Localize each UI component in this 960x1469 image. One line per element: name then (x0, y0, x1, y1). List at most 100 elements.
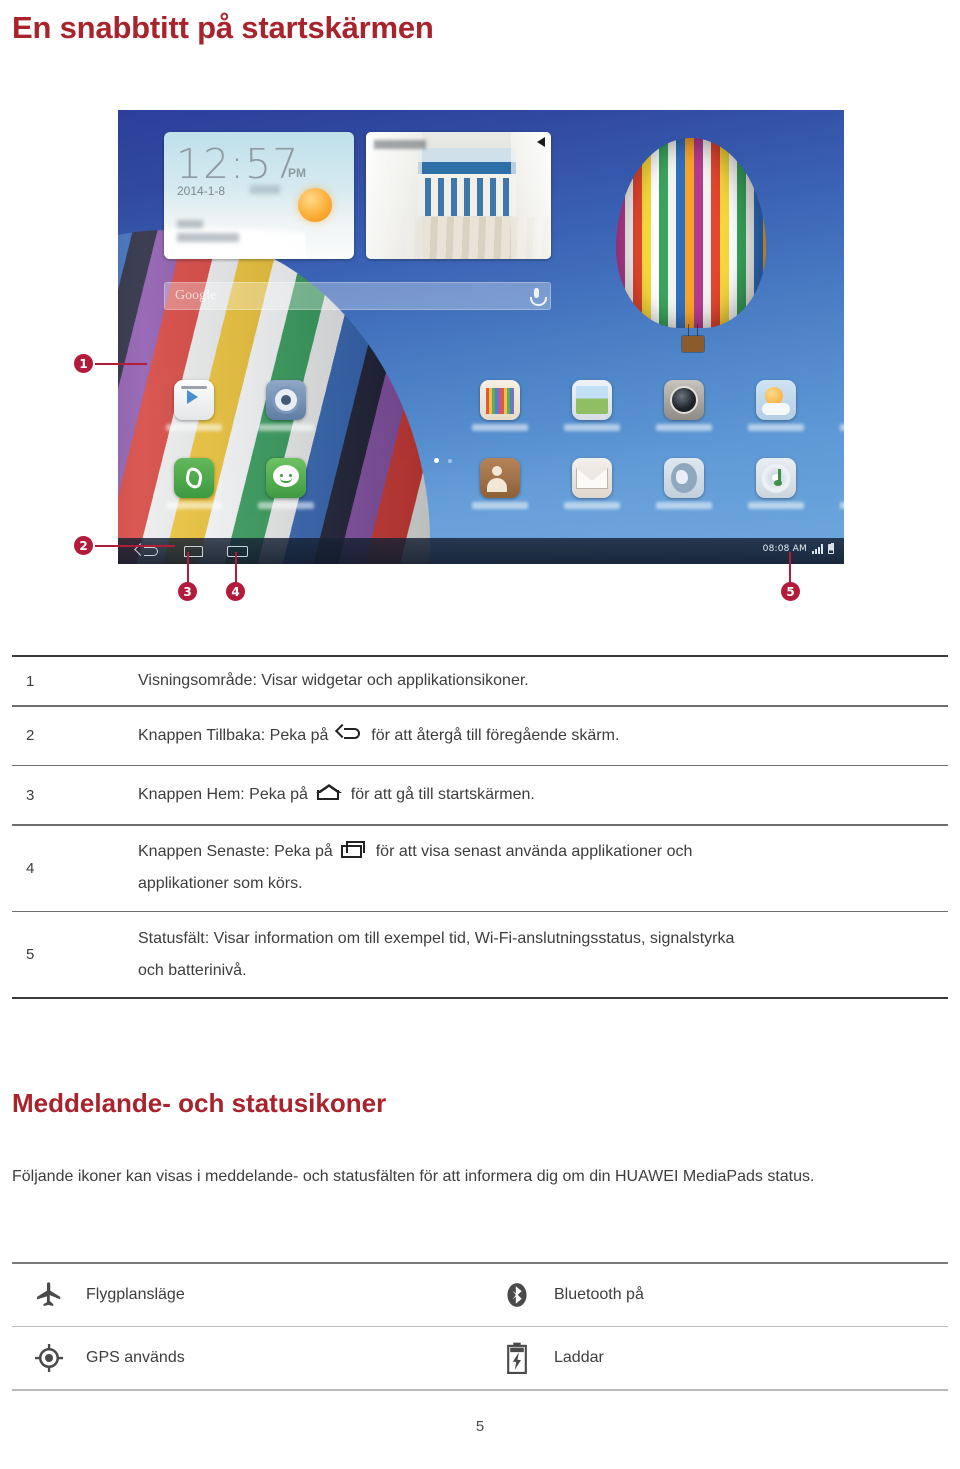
row-description: Visningsområde: Visar widgetar och appli… (138, 665, 539, 697)
app-label-blurred (564, 502, 620, 509)
status-clock: 08:08 AM (762, 544, 807, 554)
phone-icon (174, 458, 214, 498)
widget-clock-time: 12:57 (176, 140, 300, 188)
app-label-blurred (472, 424, 528, 431)
row-text-line1: Statusfält: Visar information om till ex… (138, 929, 735, 947)
google-logo-text: Google (175, 288, 217, 303)
app-music[interactable] (748, 458, 804, 509)
gps-icon (12, 1343, 86, 1373)
recents-icon[interactable] (227, 546, 248, 557)
app-calendar[interactable]: 28 (840, 380, 844, 431)
app-icon-grid: 28 (118, 378, 844, 528)
row-description: Knappen Senaste: Peka på för att visa se… (138, 836, 702, 900)
row-number: 1 (26, 672, 35, 690)
app-phone[interactable] (166, 458, 222, 509)
widget-clock-date: 2014-1-8 (177, 184, 226, 198)
row-text-after: för att återgå till föregående skärm. (371, 726, 620, 744)
status-icon-table: Flygplansläge Bluetooth på GPS används L… (12, 1262, 948, 1391)
row-text-line2: applikationer som körs. (138, 875, 303, 892)
app-file-manager[interactable] (840, 458, 844, 509)
photo-curtain-right (511, 132, 551, 259)
app-label-blurred (166, 502, 222, 509)
browser-icon (664, 458, 704, 498)
app-label-blurred (748, 502, 804, 509)
app-label-blurred (840, 424, 844, 431)
page-number: 5 (475, 1418, 485, 1435)
sun-icon (298, 188, 332, 222)
notes-icon (480, 380, 520, 420)
row-number: 3 (26, 786, 35, 804)
home-icon (316, 784, 343, 802)
table-row: 4 Knappen Senaste: Peka på för att visa … (12, 826, 948, 911)
callout-leader-1 (95, 363, 147, 365)
app-email[interactable] (564, 458, 620, 509)
callout-leader-3 (187, 552, 189, 584)
app-label-blurred (258, 502, 314, 509)
microphone-icon[interactable] (530, 288, 547, 306)
row-text-line2: och batterinivå. (138, 961, 247, 979)
icon-entry: Laddar (480, 1327, 948, 1389)
page-dot-active[interactable] (434, 458, 439, 463)
callout-5: 5 (781, 582, 800, 601)
contacts-icon (480, 458, 520, 498)
callout-2: 2 (74, 536, 93, 555)
app-label-blurred (656, 424, 712, 431)
home-screen-figure: 12:57 PM 2014-1-8 Google 08:08 AM (118, 110, 844, 564)
widget-blurred-text-2 (177, 220, 203, 228)
recents-icon (341, 841, 367, 859)
photo-widget[interactable] (366, 132, 551, 259)
clock-weather-widget[interactable]: 12:57 PM 2014-1-8 (164, 132, 354, 259)
page-title: En snabbtitt på startskärmen (12, 10, 434, 45)
speaker-icon (537, 137, 545, 147)
row-description: Statusfält: Visar information om till ex… (138, 923, 744, 987)
google-search-widget[interactable]: Google (164, 282, 551, 310)
back-arrow-icon[interactable] (144, 547, 158, 556)
row-text-before: Knappen Tillbaka: Peka på (138, 726, 329, 744)
icon-label: GPS används (86, 1349, 185, 1366)
play-store-icon (174, 380, 214, 420)
app-camera[interactable] (656, 380, 712, 431)
row-number: 5 (26, 946, 35, 963)
callout-description-table: 1 Visningsområde: Visar widgetar och app… (12, 655, 948, 999)
messaging-icon (266, 458, 306, 498)
camera-icon (664, 380, 704, 420)
app-play-store[interactable] (166, 380, 222, 431)
settings-icon (266, 380, 306, 420)
icon-entry: GPS används (12, 1327, 480, 1389)
widget-clock-meridiem: PM (288, 166, 306, 180)
app-gallery[interactable] (564, 380, 620, 431)
row-text-before: Knappen Senaste: Peka på (138, 843, 333, 860)
app-contacts[interactable] (472, 458, 528, 509)
page-indicator (434, 450, 474, 463)
app-notes[interactable] (472, 380, 528, 431)
callout-leader-2 (95, 545, 175, 547)
bluetooth-icon (480, 1281, 554, 1309)
app-messaging[interactable] (258, 458, 314, 509)
app-label-blurred (166, 424, 222, 431)
row-text-after: för att visa senast använda applikatione… (375, 843, 693, 860)
battery-icon (828, 542, 834, 554)
table-row: 5 Statusfält: Visar information om till … (12, 912, 948, 997)
icon-label: Laddar (554, 1349, 604, 1366)
back-arrow-icon (334, 723, 363, 742)
callout-4: 4 (226, 582, 245, 601)
app-label-blurred (840, 502, 844, 509)
icon-label: Flygplansläge (86, 1285, 185, 1303)
charging-battery-icon (480, 1342, 554, 1374)
gallery-icon (572, 380, 612, 420)
app-weather[interactable] (748, 380, 804, 431)
hot-air-balloon (616, 138, 766, 328)
callout-leader-5 (789, 552, 791, 584)
email-icon (572, 458, 612, 498)
weather-icon (756, 380, 796, 420)
table-row: 1 Visningsområde: Visar widgetar och app… (12, 657, 948, 705)
row-number: 4 (26, 859, 35, 877)
app-label-blurred (656, 502, 712, 509)
app-settings[interactable] (258, 380, 314, 431)
photo-railing (418, 174, 516, 216)
page-dot-inactive[interactable] (448, 459, 452, 463)
row-text-after: för att gå till startskärmen. (350, 786, 535, 803)
navigation-status-bar: 08:08 AM (118, 538, 844, 564)
app-browser[interactable] (656, 458, 712, 509)
photo-widget-blurred-title (374, 140, 426, 149)
